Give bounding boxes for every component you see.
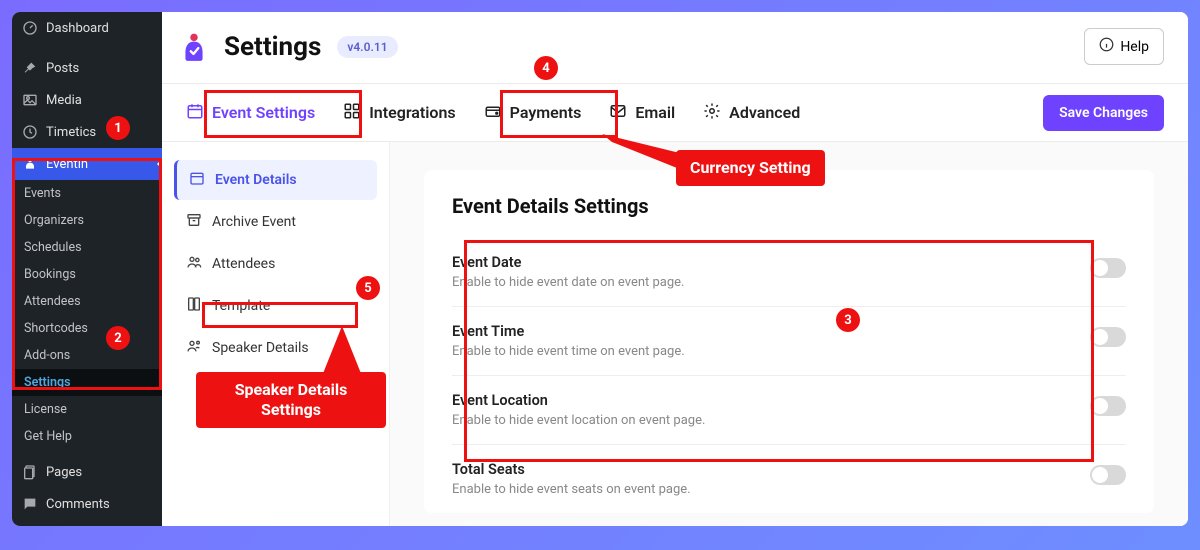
setting-row-event-date: Event Date Enable to hide event date on … <box>452 238 1126 307</box>
sidebar-sub-events[interactable]: Events <box>12 180 162 207</box>
panel-title: Event Details Settings <box>452 194 1126 218</box>
setting-text: Total Seats Enable to hide event seats o… <box>452 461 1070 497</box>
mail-icon <box>609 102 627 124</box>
wallet-icon <box>484 102 502 124</box>
sidebar-sub-schedules[interactable]: Schedules <box>12 234 162 261</box>
info-icon <box>1099 37 1114 56</box>
tab-advanced[interactable]: Advanced <box>703 84 800 141</box>
sidebar-sub-gethelp[interactable]: Get Help <box>12 423 162 450</box>
clock-icon <box>22 124 38 140</box>
setting-desc: Enable to hide event location on event p… <box>452 413 1070 428</box>
sidebar-sub-shortcodes[interactable]: Shortcodes <box>12 315 162 342</box>
tab-label: Advanced <box>729 103 800 122</box>
tab-bar: Event Settings Integrations Payments Ema… <box>162 84 1188 142</box>
pin-icon <box>22 60 38 76</box>
setting-row-event-location: Event Location Enable to hide event loca… <box>452 376 1126 445</box>
toggle-event-time[interactable] <box>1090 327 1126 347</box>
content-row: Event Details Archive Event Attendees Te… <box>162 142 1188 526</box>
version-badge: v4.0.11 <box>337 36 397 58</box>
tab-payments[interactable]: Payments <box>484 84 582 141</box>
subnav-label: Archive Event <box>212 214 296 230</box>
calendar-icon <box>186 102 204 124</box>
comments-icon <box>22 496 38 512</box>
toggle-event-location[interactable] <box>1090 396 1126 416</box>
tab-event-settings[interactable]: Event Settings <box>186 84 315 141</box>
settings-subnav: Event Details Archive Event Attendees Te… <box>162 142 390 526</box>
setting-row-total-seats: Total Seats Enable to hide event seats o… <box>452 445 1126 513</box>
sidebar-item-dashboard[interactable]: Dashboard <box>12 12 162 44</box>
main-content: Settings v4.0.11 Help Event Settings Int… <box>162 12 1188 526</box>
subnav-label: Event Details <box>215 172 297 188</box>
setting-row-event-time: Event Time Enable to hide event time on … <box>452 307 1126 376</box>
subnav-archive-event[interactable]: Archive Event <box>174 202 377 242</box>
setting-desc: Enable to hide event time on event page. <box>452 344 1070 359</box>
panel-card: Event Details Settings Event Date Enable… <box>424 170 1154 513</box>
sidebar-label: Posts <box>46 61 79 76</box>
setting-text: Event Time Enable to hide event time on … <box>452 323 1070 359</box>
sidebar-sub-organizers[interactable]: Organizers <box>12 207 162 234</box>
sidebar-sub-settings[interactable]: Settings <box>12 369 162 396</box>
help-label: Help <box>1120 39 1149 55</box>
sidebar-sub-addons[interactable]: Add-ons <box>12 342 162 369</box>
archive-icon <box>186 212 202 232</box>
tab-label: Payments <box>510 103 582 122</box>
setting-label: Event Time <box>452 323 1070 340</box>
subnav-label: Template <box>212 298 270 314</box>
app-root: Dashboard Posts Media Timetics Eventin <box>12 12 1188 526</box>
setting-text: Event Date Enable to hide event date on … <box>452 254 1070 290</box>
pages-icon <box>22 464 38 480</box>
sidebar-item-media[interactable]: Media <box>12 84 162 116</box>
sidebar-sub-bookings[interactable]: Bookings <box>12 261 162 288</box>
dashboard-icon <box>22 20 38 36</box>
subnav-attendees[interactable]: Attendees <box>174 244 377 284</box>
sidebar-item-comments[interactable]: Comments <box>12 488 162 520</box>
page-title: Settings <box>224 32 321 62</box>
setting-label: Event Date <box>452 254 1070 271</box>
eventin-icon <box>22 156 38 172</box>
speaker-icon <box>186 338 202 358</box>
tab-integrations[interactable]: Integrations <box>343 84 455 141</box>
setting-label: Total Seats <box>452 461 1070 478</box>
calendar-icon <box>189 170 205 190</box>
sidebar-label: Dashboard <box>46 21 109 36</box>
subnav-event-details[interactable]: Event Details <box>174 160 377 200</box>
sidebar-item-eventin[interactable]: Eventin <box>12 148 162 180</box>
setting-desc: Enable to hide event seats on event page… <box>452 482 1070 497</box>
tab-label: Integrations <box>369 103 455 122</box>
subnav-speaker-details[interactable]: Speaker Details <box>174 328 377 368</box>
users-icon <box>186 254 202 274</box>
subnav-template[interactable]: Template <box>174 286 377 326</box>
sidebar-label: Media <box>46 93 82 108</box>
eventin-logo-icon <box>180 33 208 61</box>
topbar: Settings v4.0.11 Help <box>162 12 1188 84</box>
sidebar-label: Timetics <box>46 125 96 140</box>
sidebar-item-timetics[interactable]: Timetics <box>12 116 162 148</box>
gear-icon <box>703 102 721 124</box>
grid-icon <box>343 102 361 124</box>
sidebar-label: Comments <box>46 497 110 512</box>
setting-desc: Enable to hide event date on event page. <box>452 275 1070 290</box>
tab-label: Event Settings <box>212 103 315 122</box>
setting-text: Event Location Enable to hide event loca… <box>452 392 1070 428</box>
media-icon <box>22 92 38 108</box>
tab-label: Email <box>635 103 675 122</box>
setting-label: Event Location <box>452 392 1070 409</box>
sidebar-item-posts[interactable]: Posts <box>12 52 162 84</box>
sidebar-label: Eventin <box>46 157 88 172</box>
toggle-event-date[interactable] <box>1090 258 1126 278</box>
template-icon <box>186 296 202 316</box>
subnav-label: Attendees <box>212 256 275 272</box>
tab-email[interactable]: Email <box>609 84 675 141</box>
subnav-label: Speaker Details <box>212 340 309 356</box>
wp-admin-sidebar: Dashboard Posts Media Timetics Eventin <box>12 12 162 526</box>
toggle-total-seats[interactable] <box>1090 465 1126 485</box>
sidebar-sub-attendees[interactable]: Attendees <box>12 288 162 315</box>
sidebar-label: Pages <box>46 465 82 480</box>
sidebar-item-pages[interactable]: Pages <box>12 456 162 488</box>
sidebar-sub-license[interactable]: License <box>12 396 162 423</box>
help-button[interactable]: Help <box>1084 28 1164 65</box>
settings-panel: Event Details Settings Event Date Enable… <box>390 142 1188 526</box>
save-changes-button[interactable]: Save Changes <box>1043 95 1164 131</box>
